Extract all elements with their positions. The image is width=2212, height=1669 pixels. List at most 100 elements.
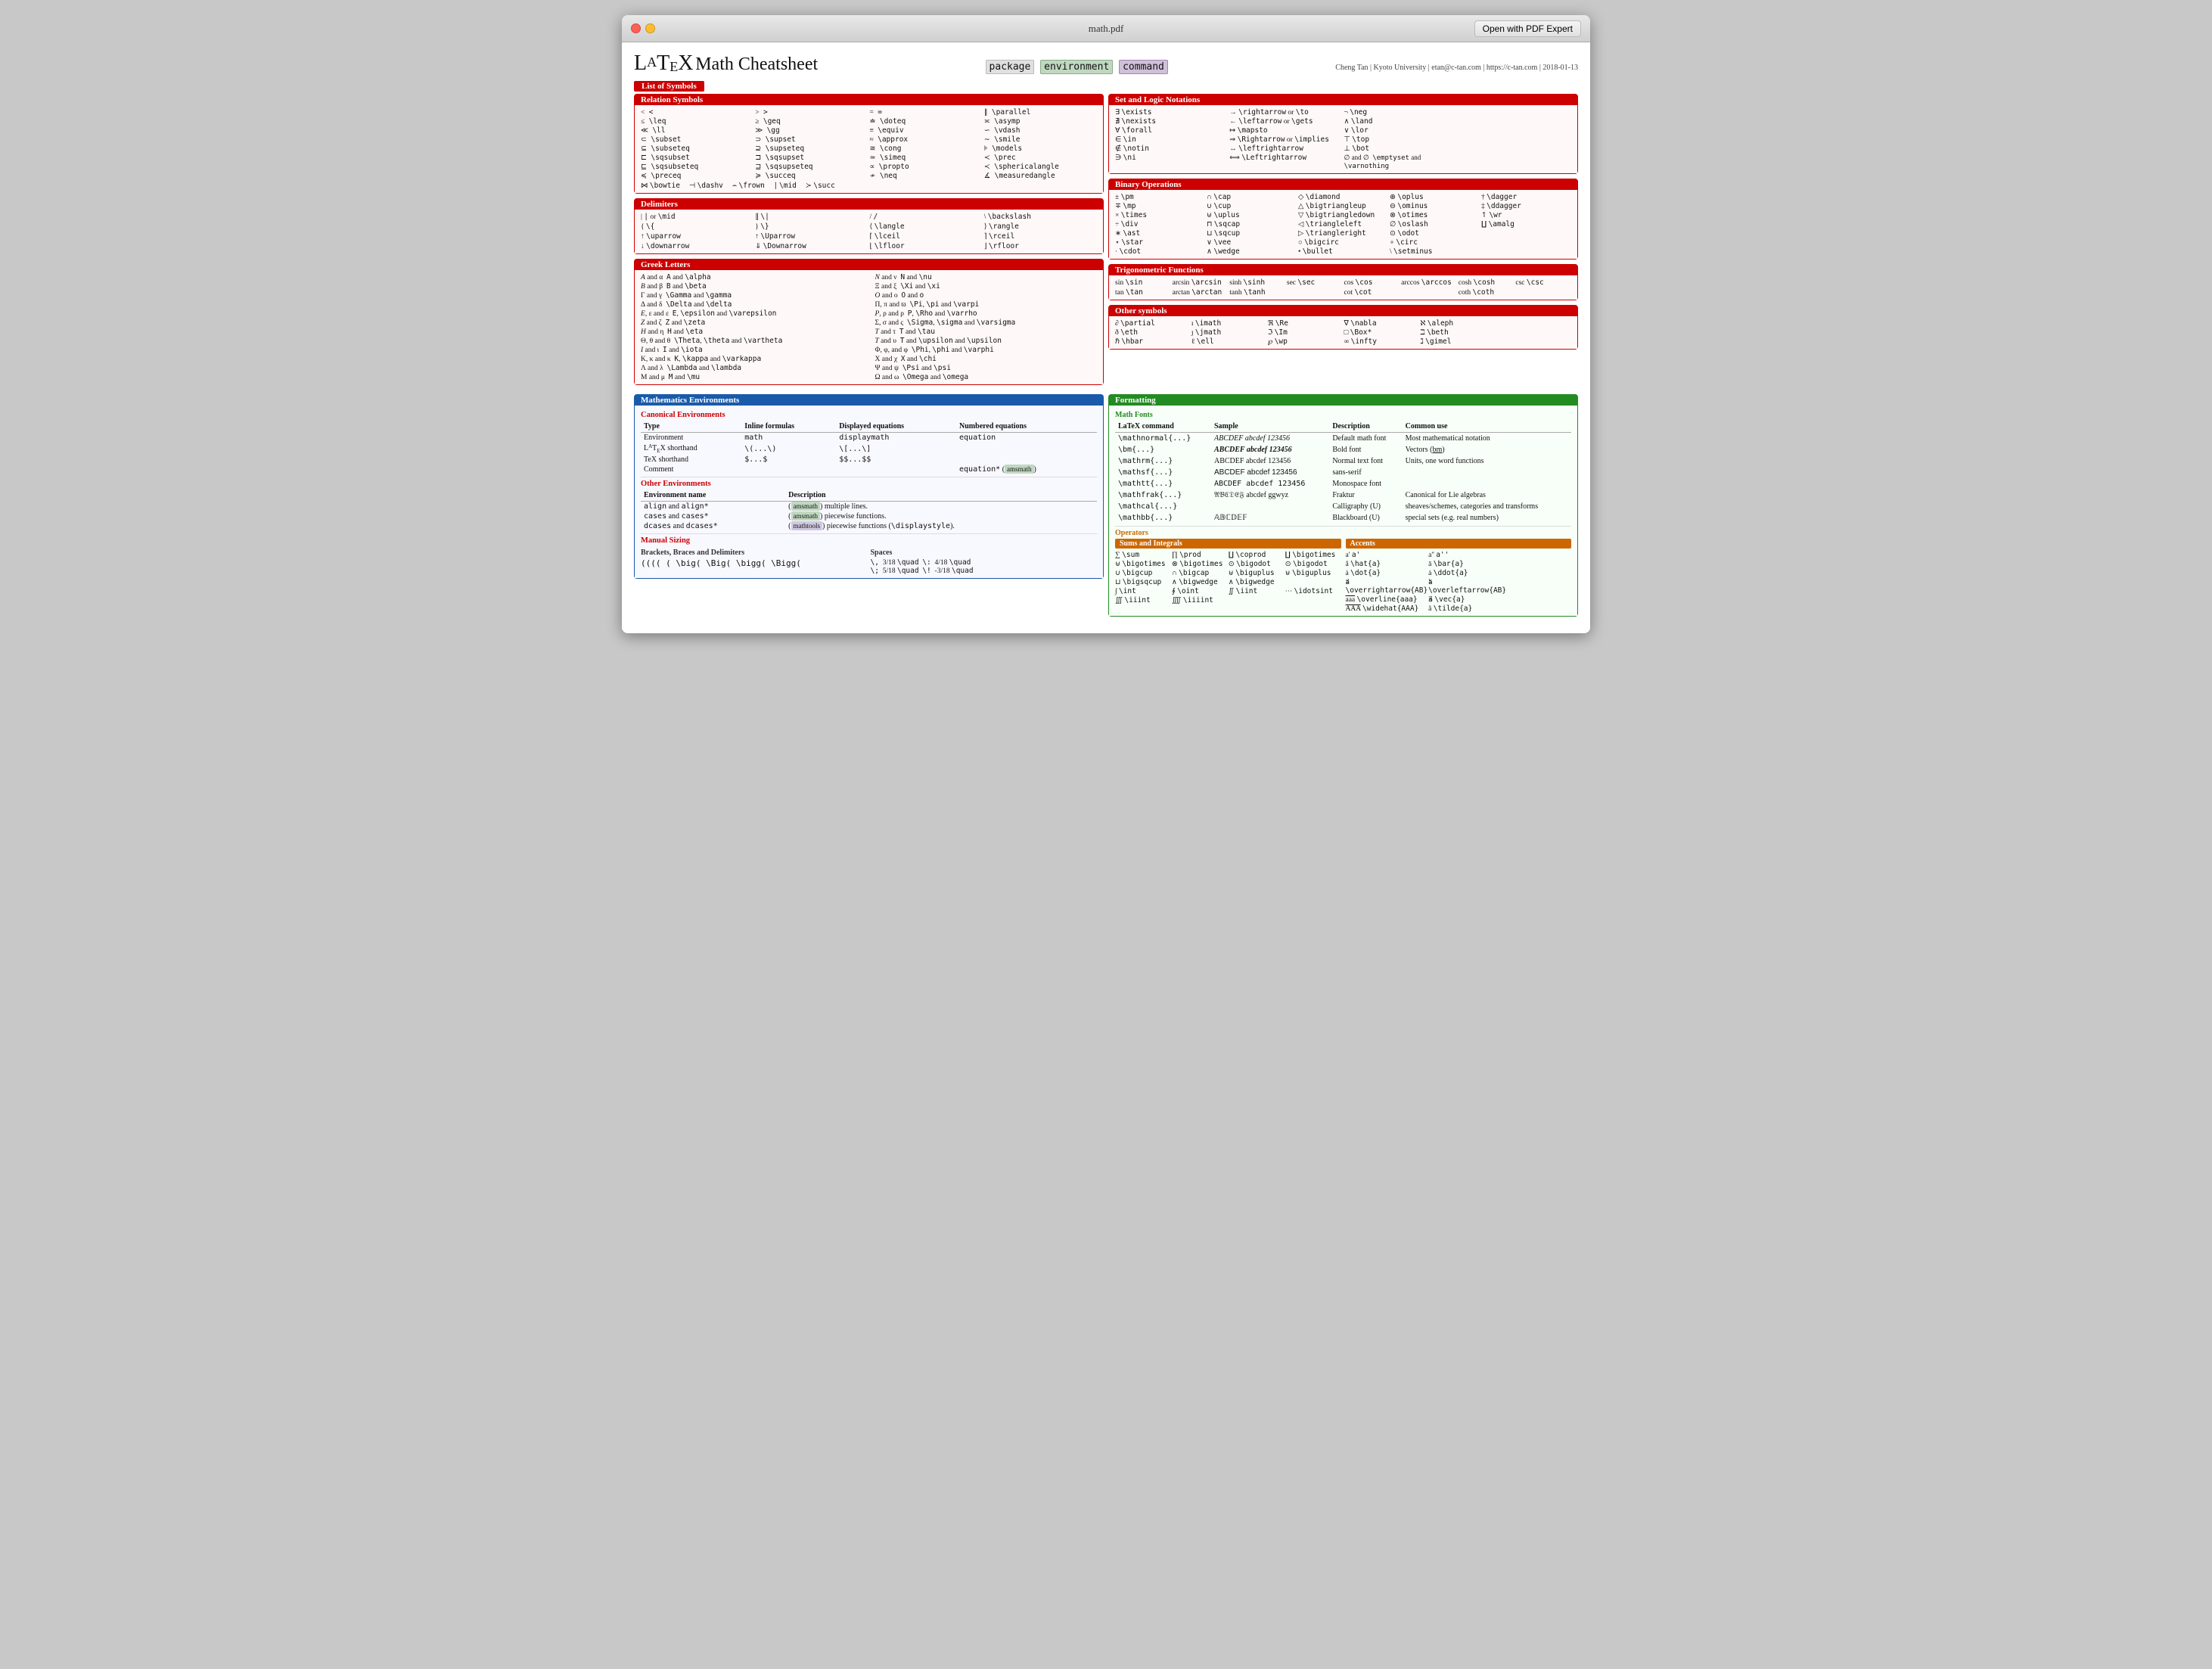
list-item: ↿ \wr (1481, 211, 1571, 219)
formatting-body: Math Fonts LaTeX command Sample Descript… (1109, 406, 1577, 616)
delimiters-grid: | | or \mid ∥ \| / / \ \backslash { \{ }… (641, 213, 1097, 250)
list-item: O and ο O and o (875, 291, 1098, 300)
set-logic-section: Set and Logic Notations ∃ \exists → \rig… (1108, 94, 1578, 174)
list-item: ⋈ \bowtie (641, 182, 680, 190)
list-item: ∐ \coprod (1229, 551, 1285, 559)
list-item: Ω and ω \Omega and \omega (875, 373, 1098, 381)
list-item: ∄ \nexists (1115, 117, 1228, 126)
open-pdf-button[interactable]: Open with PDF Expert (1474, 20, 1581, 37)
close-button[interactable] (631, 23, 641, 33)
canonical-envs-subtitle: Canonical Environments (641, 411, 1097, 419)
cell-equation: equation (956, 433, 1097, 443)
list-item: ā \bar{a} (1428, 560, 1506, 568)
list-item: ⊙ \bigodot (1285, 560, 1341, 568)
main-grid: Relation Symbols < < > > = = ∥ \parallel… (634, 94, 1578, 390)
trig-body: sin \sin arcsin \arcsin sinh \sinh sec \… (1109, 275, 1577, 300)
list-item: tanh \tanh (1229, 288, 1285, 297)
list-item: ◁ \triangleleft (1298, 220, 1388, 228)
cmd-label: command (1119, 60, 1168, 74)
cell-use: Most mathematical notation (1403, 433, 1571, 445)
table-row: cases and cases* (amsmath) piecewise fun… (641, 511, 1097, 521)
list-item: < < (641, 108, 753, 117)
list-item (1481, 247, 1571, 256)
cell-latex-display: \[...\] (836, 443, 956, 455)
list-item: ⊏ \sqsubset (641, 154, 753, 162)
list-item: \ \backslash (984, 213, 1097, 221)
list-item (1481, 229, 1571, 238)
cell-empty (956, 443, 1097, 455)
list-item: ⟺ \Leftrightarrow (1229, 154, 1342, 170)
cell-cases: cases and cases* (641, 511, 785, 521)
list-item: ○ \bigcirc (1298, 238, 1388, 247)
list-item: ≐ \doteq (870, 117, 983, 126)
list-item: ∐ \amalg (1481, 220, 1571, 228)
list-item: ȧ \dot{a} (1346, 569, 1428, 577)
cell-desc4: sans-serif (1329, 467, 1402, 478)
list-item: ≺ \sphericalangle (984, 163, 1097, 171)
list-item: K, κ and κ K, \kappa and \varkappa (641, 355, 863, 363)
table-row: \mathrm{...} ABCDEF abcdef 123456 Normal… (1115, 455, 1571, 467)
other-symbols-body: ∂ \partial ı \imath ℜ \Re ∇ \nabla ℵ \al… (1109, 316, 1577, 349)
minimize-button[interactable] (645, 23, 655, 33)
list-item: Γ and γ \Gamma and \gamma (641, 291, 863, 300)
list-item: ⊙ \bigodot (1229, 560, 1285, 568)
env-label: environment (1040, 60, 1113, 74)
list-item (1459, 108, 1571, 117)
cell-use5 (1403, 478, 1571, 490)
brackets-subtitle: Brackets, Braces and Delimiters (641, 549, 868, 557)
list-item: a' a' (1346, 551, 1428, 559)
table-row: dcases and dcases* (mathtools) piecewise… (641, 521, 1097, 531)
cell-use4 (1403, 467, 1571, 478)
accents-section: Accents a' a' a'' a'' â \hat{a} ā \bar{a… (1346, 539, 1572, 613)
sums-grid: ∑ \sum ∏ \prod ∐ \coprod ∐ \bigotimes ⊎ … (1115, 551, 1341, 605)
list-item: ⊣ \dashv (689, 182, 723, 190)
list-item: a⃗ \overrightarrow{AB} (1346, 578, 1428, 595)
col-inline: Inline formulas (741, 421, 836, 433)
relation-extra: ⋈ \bowtie ⊣ \dashv ⌢ \frown ∣ \mid ≻ \su… (641, 182, 1097, 190)
list-item: coth \coth (1459, 288, 1515, 297)
other-envs-table: Environment name Description align and a… (641, 490, 1097, 531)
list-item: ∪ \bigcup (1115, 569, 1171, 577)
other-envs-subtitle: Other Environments (641, 480, 1097, 488)
cell-cmd2: \bm{...} (1115, 444, 1211, 455)
section-badge: List of Symbols (634, 81, 704, 92)
col-numbered: Numbered equations (956, 421, 1097, 433)
table-row: LATEX shorthand \(...\) \[...\] (641, 443, 1097, 455)
list-item: ð \eth (1115, 328, 1190, 337)
math-envs-section: Mathematics Environments Canonical Envir… (634, 394, 1104, 579)
table-row: \mathtt{...} ABCDEF abcdef 123456 Monosp… (1115, 478, 1571, 490)
cell-desc3: Normal text font (1329, 455, 1402, 467)
formatting-section: Formatting Math Fonts LaTeX command Samp… (1108, 394, 1578, 617)
sums-section: Sums and Integrals ∑ \sum ∏ \prod ∐ \cop… (1115, 539, 1341, 613)
list-item: aaa \overline{aaa} (1346, 595, 1428, 604)
list-item: → \rightarrow or \to (1229, 108, 1342, 117)
list-item: ℑ \Im (1268, 328, 1343, 337)
cell-cmd4: \mathsf{...} (1115, 467, 1211, 478)
cell-sample8: 𝔸𝔹ℂ𝔻𝔼𝔽 (1211, 512, 1329, 524)
list-item: arctan \arctan (1173, 288, 1229, 297)
list-item: H and η H and \eta (641, 328, 863, 336)
list-item: ⌢ \frown (732, 182, 765, 190)
list-item: arcsin \arcsin (1173, 278, 1229, 287)
table-row: \mathbb{...} 𝔸𝔹ℂ𝔻𝔼𝔽 Blackboard (U) speci… (1115, 512, 1571, 524)
list-item: △ \bigtriangleup (1298, 202, 1388, 210)
list-item: Φ, φ, and φ \Phi, \phi and \varphi (875, 346, 1098, 354)
canonical-envs-table: Type Inline formulas Displayed equations… (641, 421, 1097, 474)
doc-header: LATEX Math Cheatsheet package environmen… (634, 51, 1578, 76)
list-item (1515, 288, 1571, 297)
list-item: ≍ \asymp (984, 117, 1097, 126)
greek-title: Greek Letters (635, 260, 1103, 270)
manual-sizing-grid: Brackets, Braces and Delimiters (((( ( \… (641, 546, 1097, 575)
list-item (1507, 578, 1571, 595)
list-item (1287, 288, 1343, 297)
list-item: ∑ \sum (1115, 551, 1171, 559)
list-item: ⊎ \biguplus (1229, 569, 1285, 577)
list-item (1481, 238, 1571, 247)
list-item: ∂ \partial (1115, 319, 1190, 328)
list-item: ⊆ \subseteq (641, 145, 753, 153)
ops-grid: Sums and Integrals ∑ \sum ∏ \prod ∐ \cop… (1115, 539, 1571, 613)
set-logic-grid: ∃ \exists → \rightarrow or \to ¬ \neg ∄ … (1115, 108, 1571, 170)
list-item: † \dagger (1481, 193, 1571, 201)
list-item: ∣ \mid (774, 182, 797, 190)
titlebar: math.pdf Open with PDF Expert (622, 15, 1590, 42)
